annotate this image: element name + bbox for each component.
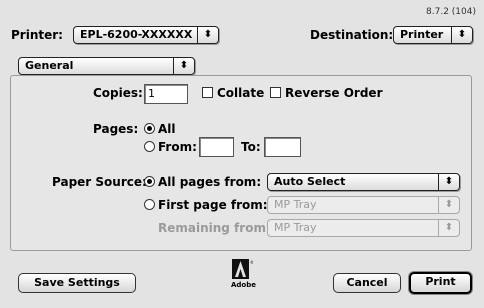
all-pages-from-label: All pages from: bbox=[158, 175, 262, 189]
checkbox-icon bbox=[202, 87, 213, 98]
collate-label: Collate bbox=[217, 86, 265, 100]
printer-label: Printer: bbox=[11, 28, 63, 42]
panel-menu-popup[interactable]: General ⬍ bbox=[18, 57, 195, 75]
radio-unselected-icon bbox=[144, 199, 155, 210]
popup-arrows-icon: ⬍ bbox=[438, 220, 459, 236]
pages-all-radio[interactable]: All bbox=[144, 122, 176, 136]
first-page-source-popup[interactable]: MP Tray ⬍ bbox=[267, 196, 460, 214]
printer-popup-value: EPL-6200-XXXXXX bbox=[80, 28, 193, 41]
radio-unselected-icon bbox=[144, 141, 155, 152]
first-page-source-value: MP Tray bbox=[274, 198, 317, 211]
reverse-order-label: Reverse Order bbox=[285, 86, 383, 100]
pages-all-label: All bbox=[158, 122, 176, 136]
first-page-from-label: First page from: bbox=[158, 198, 268, 212]
remaining-from-label: Remaining from: bbox=[158, 221, 271, 235]
version-label: 8.7.2 (104) bbox=[426, 7, 476, 17]
general-panel: Copies: 1 Collate Reverse Order Pages: A… bbox=[10, 75, 472, 251]
pages-label: Pages: bbox=[93, 122, 139, 136]
popup-arrows-icon: ⬍ bbox=[451, 27, 472, 43]
paper-source-label: Paper Source: bbox=[52, 175, 147, 189]
checkbox-icon bbox=[270, 87, 281, 98]
cancel-button[interactable]: Cancel bbox=[333, 273, 401, 293]
adobe-logo-text: Adobe bbox=[231, 281, 256, 289]
first-page-from-radio[interactable]: First page from: bbox=[144, 198, 268, 212]
popup-arrows-icon: ⬍ bbox=[438, 197, 459, 213]
remaining-source-popup[interactable]: MP Tray ⬍ bbox=[267, 219, 460, 237]
print-dialog: 8.7.2 (104) Printer: EPL-6200-XXXXXX ⬍ D… bbox=[0, 0, 484, 308]
all-pages-source-value: Auto Select bbox=[274, 175, 346, 188]
pages-from-label: From: bbox=[158, 140, 197, 154]
reverse-order-checkbox[interactable]: Reverse Order bbox=[270, 86, 382, 100]
destination-popup[interactable]: Printer ⬍ bbox=[393, 26, 473, 44]
remaining-source-value: MP Tray bbox=[274, 221, 317, 234]
destination-label: Destination: bbox=[310, 28, 394, 42]
pages-to-field[interactable] bbox=[264, 137, 301, 157]
pages-from-radio[interactable]: From: bbox=[144, 140, 197, 154]
copies-field[interactable]: 1 bbox=[144, 84, 188, 104]
all-pages-from-radio[interactable]: All pages from: bbox=[144, 175, 261, 189]
pages-to-label: To: bbox=[241, 140, 261, 154]
save-settings-button[interactable]: Save Settings bbox=[18, 273, 136, 293]
popup-arrows-icon: ⬍ bbox=[438, 174, 459, 190]
destination-popup-value: Printer bbox=[400, 28, 444, 41]
popup-arrows-icon: ⬍ bbox=[173, 58, 194, 74]
collate-checkbox[interactable]: Collate bbox=[202, 86, 264, 100]
copies-label: Copies: bbox=[93, 86, 143, 100]
radio-selected-icon bbox=[144, 123, 155, 134]
print-button[interactable]: Print bbox=[409, 272, 472, 294]
panel-menu-value: General bbox=[25, 59, 74, 72]
printer-popup[interactable]: EPL-6200-XXXXXX ⬍ bbox=[73, 26, 219, 44]
adobe-logo: ® Adobe bbox=[231, 258, 256, 294]
popup-arrows-icon: ⬍ bbox=[197, 27, 218, 43]
all-pages-source-popup[interactable]: Auto Select ⬍ bbox=[267, 173, 460, 191]
pages-from-field[interactable] bbox=[199, 137, 234, 157]
radio-selected-icon bbox=[144, 176, 155, 187]
svg-text:®: ® bbox=[250, 260, 253, 265]
